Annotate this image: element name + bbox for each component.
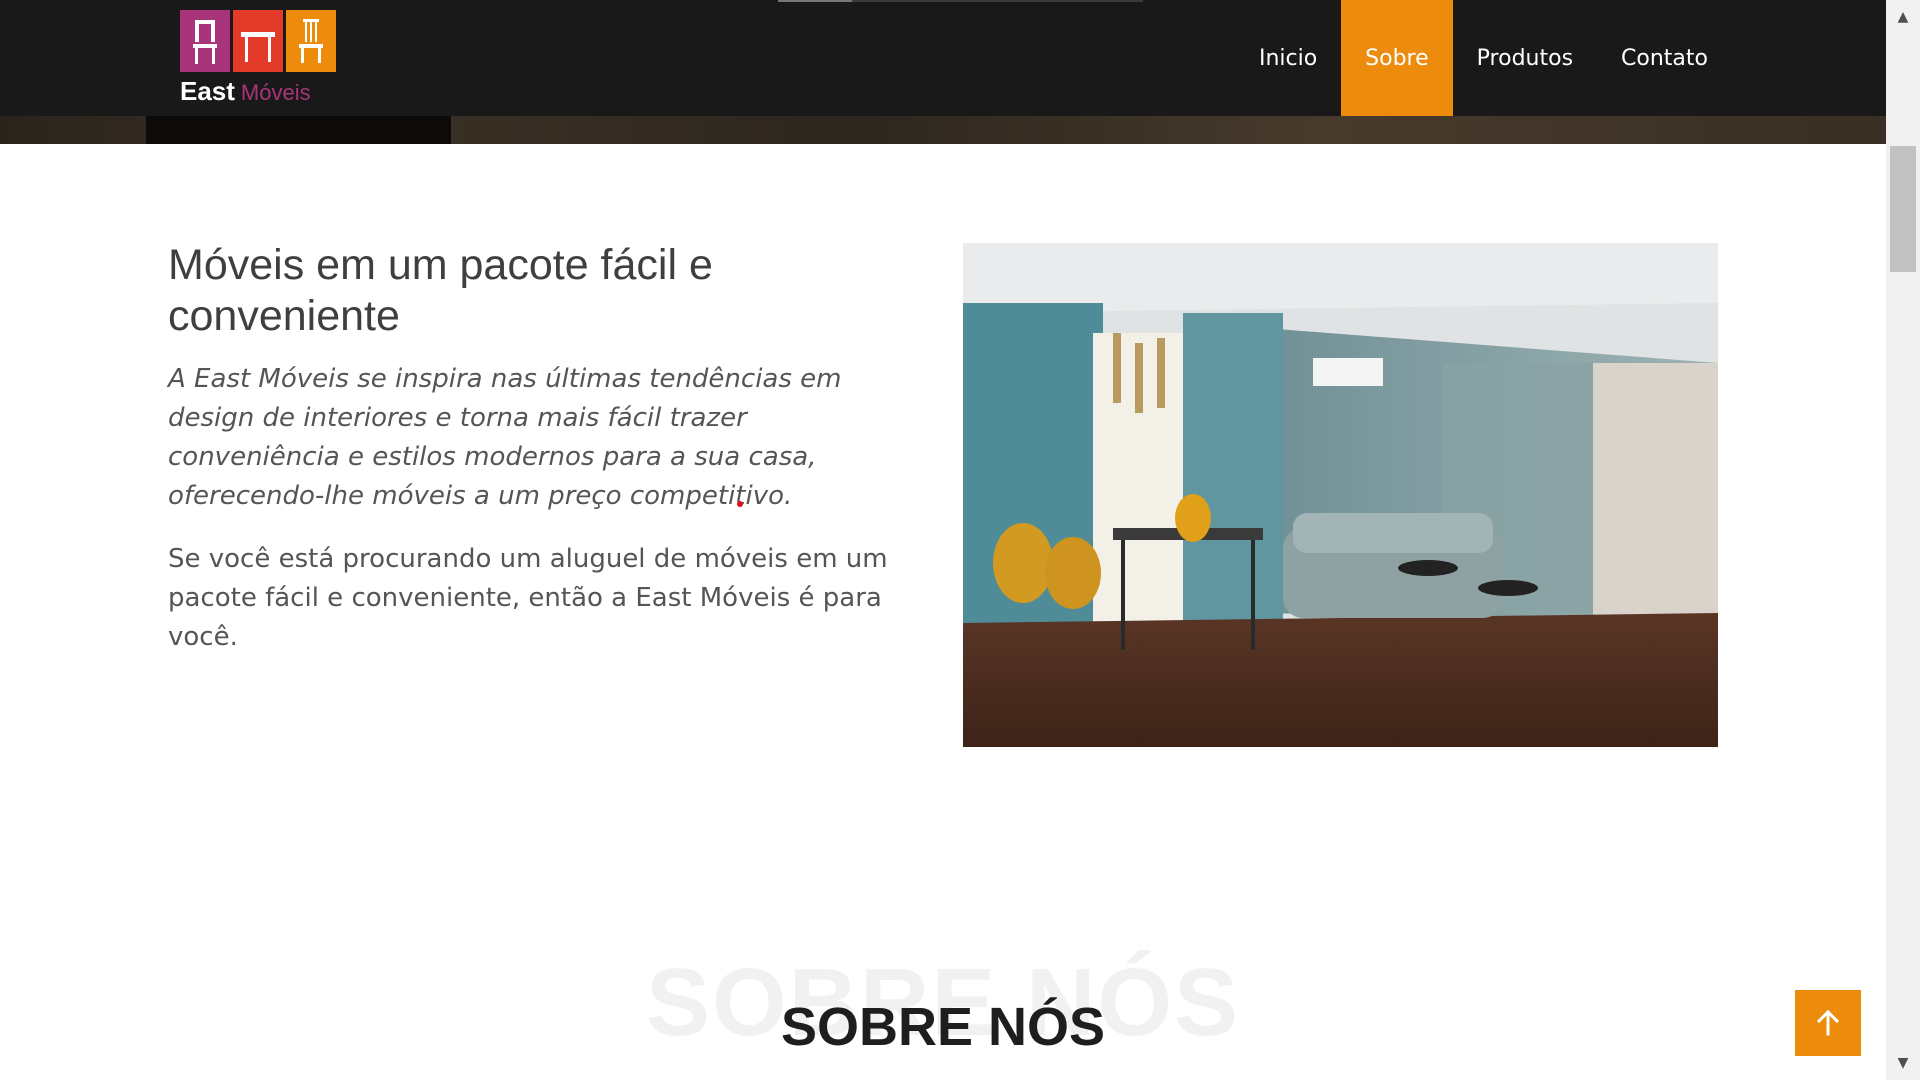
logo-table-icon [233, 10, 283, 72]
section-title: SOBRE NÓS [780, 997, 1106, 1057]
site-header: East Móveis Inicio Sobre Produtos Contato [0, 0, 1886, 116]
hero-dark-block [146, 116, 451, 144]
logo-word-moveis: Móveis [240, 80, 311, 105]
content-paragraph: Se você está procurando um aluguel de mó… [168, 544, 888, 652]
nav-item-contato[interactable]: Contato [1597, 0, 1732, 116]
nav-item-sobre[interactable]: Sobre [1341, 0, 1453, 116]
slider-progress-line [778, 0, 1143, 2]
main-nav: Inicio Sobre Produtos Contato [1235, 0, 1732, 116]
scroll-down-icon[interactable]: ▼ [1886, 1046, 1920, 1080]
logo-wordmark: East Móveis [180, 78, 342, 106]
cursor-dot [737, 501, 743, 507]
page-scrollbar[interactable]: ▲ ▼ [1886, 0, 1920, 1080]
living-room-photo [963, 243, 1718, 747]
logo-tiles [180, 10, 342, 72]
scroll-up-icon[interactable]: ▲ [1886, 0, 1920, 34]
nav-item-inicio[interactable]: Inicio [1235, 0, 1341, 116]
site-logo[interactable]: East Móveis [180, 10, 342, 110]
arrow-up-icon [1816, 1009, 1840, 1036]
logo-highchair-icon [286, 10, 336, 72]
content-heading: Móveis em um pacote fácil e conveniente [168, 241, 713, 340]
logo-word-east: East [180, 76, 235, 106]
logo-chair-icon [180, 10, 230, 72]
content-intro-italic: A East Móveis se inspira nas últimas ten… [168, 364, 842, 511]
back-to-top-button[interactable] [1795, 990, 1861, 1056]
hero-image-edge [0, 116, 1886, 144]
scrollbar-thumb[interactable] [1890, 146, 1916, 272]
nav-item-produtos[interactable]: Produtos [1453, 0, 1597, 116]
